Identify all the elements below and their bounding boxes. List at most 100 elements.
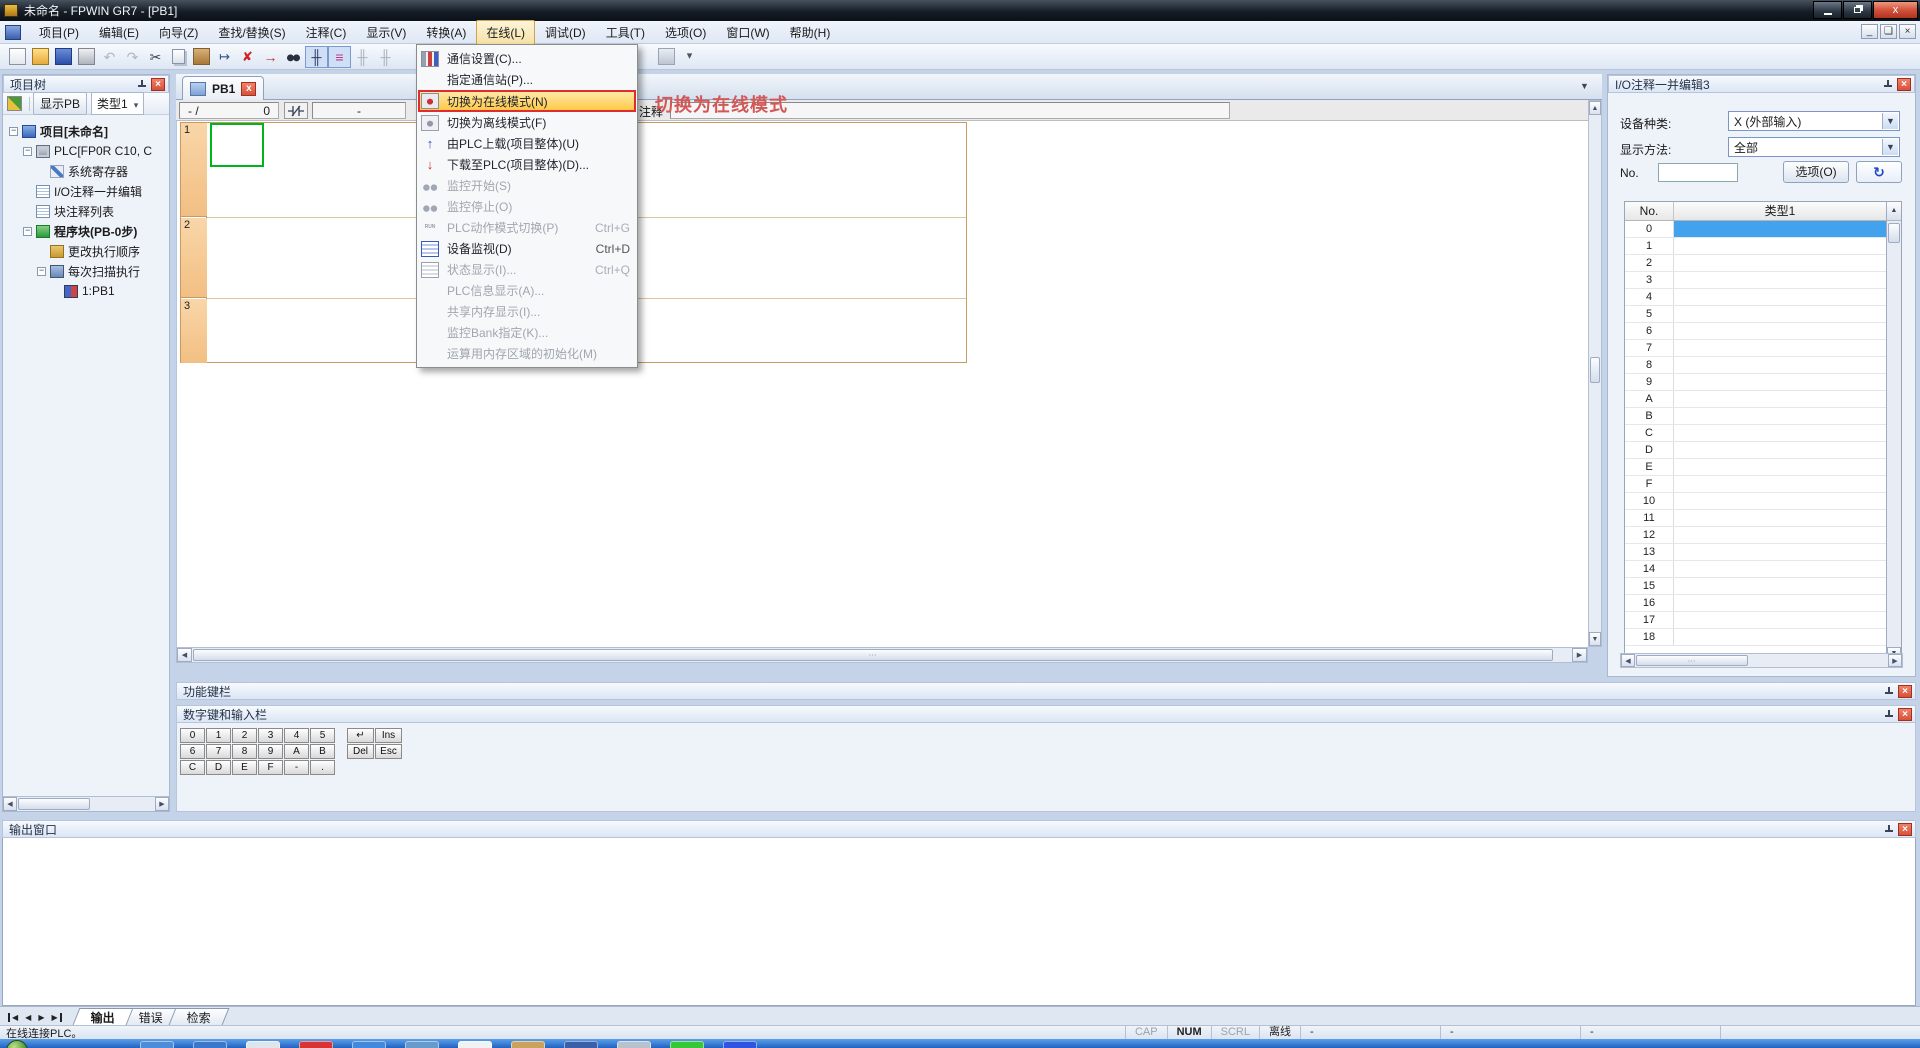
table-row[interactable]: 11 [1625, 510, 1886, 527]
scroll-left-icon[interactable]: ◀ [3, 797, 17, 811]
menu-bar-item[interactable]: 选项(O) [655, 20, 716, 45]
toolbar-button[interactable] [121, 46, 144, 68]
table-row[interactable]: 7 [1625, 340, 1886, 357]
keypad-key[interactable]: 8 [232, 744, 257, 759]
ladder-canvas[interactable]: 1 2 3 [176, 121, 1588, 647]
menu-item[interactable]: 监控开始(S) [418, 175, 636, 196]
table-row[interactable]: 0 [1625, 221, 1886, 238]
close-panel-button[interactable] [1898, 708, 1912, 721]
toolbar-button[interactable] [305, 46, 328, 68]
toolbar-button[interactable] [190, 46, 213, 68]
menu-bar-item[interactable]: 在线(L) [476, 20, 535, 45]
keypad-key[interactable]: 0 [180, 728, 205, 743]
keypad-key[interactable]: 1 [206, 728, 231, 743]
menu-item[interactable]: 监控停止(O) [418, 196, 636, 217]
show-pb-button[interactable]: 显示PB [33, 92, 87, 115]
tree-horizontal-scrollbar[interactable]: ◀ ▶ [3, 796, 169, 811]
table-row[interactable]: 15 [1625, 578, 1886, 595]
comment-cell[interactable] [1674, 442, 1886, 458]
toolbar-button[interactable] [6, 46, 29, 68]
editor-vertical-scrollbar[interactable]: ▲ ▼ [1588, 100, 1602, 647]
output-tab[interactable]: 检索 [168, 1008, 229, 1025]
edit-cursor[interactable] [210, 123, 264, 167]
toolbar-button[interactable] [98, 46, 121, 68]
toolbar-button[interactable] [167, 46, 190, 68]
comment-cell[interactable] [1674, 612, 1886, 628]
taskbar-item[interactable] [140, 1041, 174, 1048]
toolbar-button[interactable] [351, 46, 374, 68]
keypad-key[interactable]: 3 [258, 728, 283, 743]
toolbar-button[interactable] [29, 46, 52, 68]
table-row[interactable]: 17 [1625, 612, 1886, 629]
tree-node[interactable]: 更改执行顺序 [3, 241, 169, 261]
table-row[interactable]: 5 [1625, 306, 1886, 323]
scroll-down-icon[interactable]: ▼ [1589, 632, 1601, 646]
tree-expander-icon[interactable] [9, 127, 18, 136]
table-row[interactable]: 13 [1625, 544, 1886, 561]
taskbar-item[interactable] [299, 1041, 333, 1048]
comment-cell[interactable] [1674, 357, 1886, 373]
taskbar-item[interactable] [458, 1041, 492, 1048]
editor-horizontal-scrollbar[interactable]: ◀ ⋯ ▶ [176, 647, 1588, 663]
type-dropdown[interactable]: 类型1 [91, 92, 144, 115]
tree-node[interactable]: 1:PB1 [3, 281, 169, 301]
comment-cell[interactable] [1674, 255, 1886, 271]
taskbar-item[interactable] [352, 1041, 386, 1048]
menu-bar-item[interactable]: 显示(V) [356, 20, 416, 45]
menu-item[interactable]: 监控Bank指定(K)... [418, 322, 636, 343]
menu-item[interactable]: 下载至PLC(项目整体)(D)... [418, 154, 636, 175]
scroll-thumb[interactable]: ⋯ [193, 649, 1553, 661]
device-type-select[interactable]: X (外部输入) [1728, 111, 1900, 131]
table-row[interactable]: 10 [1625, 493, 1886, 510]
scroll-thumb[interactable] [1888, 223, 1900, 243]
keypad-key[interactable]: Del [347, 744, 374, 759]
menu-item[interactable]: 状态显示(I)... Ctrl+Q [418, 259, 636, 280]
scroll-thumb[interactable] [1590, 357, 1600, 383]
windows-taskbar[interactable] [0, 1039, 1920, 1048]
comment-cell[interactable] [1674, 374, 1886, 390]
mdi-minimize-button[interactable]: _ [1861, 24, 1878, 39]
table-row[interactable]: 18 [1625, 629, 1886, 646]
menu-item[interactable]: 设备监视(D) Ctrl+D [418, 238, 636, 259]
comment-cell[interactable] [1674, 459, 1886, 475]
menu-bar-item[interactable]: 工具(T) [596, 20, 655, 45]
keypad-key[interactable]: A [284, 744, 309, 759]
menu-item[interactable]: 运算用内存区域的初始化(M) [418, 343, 636, 364]
comment-cell[interactable] [1674, 561, 1886, 577]
tree-node[interactable]: 块注释列表 [3, 201, 169, 221]
table-row[interactable]: 4 [1625, 289, 1886, 306]
menu-item[interactable]: 切换为离线模式(F) [418, 112, 636, 133]
comment-cell[interactable] [1674, 544, 1886, 560]
menu-item[interactable]: 指定通信站(P)... [418, 69, 636, 90]
taskbar-item[interactable] [564, 1041, 598, 1048]
toolbar-button[interactable] [213, 46, 236, 68]
menu-item[interactable]: 切换为在线模式(N) [418, 90, 636, 112]
scroll-left-icon[interactable]: ◀ [177, 648, 192, 662]
table-row[interactable]: 1 [1625, 238, 1886, 255]
prev-tab-icon[interactable]: ◀ [25, 1013, 31, 1022]
restore-button[interactable] [1843, 1, 1872, 19]
tree-expander-icon[interactable] [23, 187, 32, 196]
scroll-right-icon[interactable]: ▶ [1888, 654, 1902, 667]
pin-icon[interactable] [1882, 708, 1896, 721]
menu-bar-item[interactable]: 向导(Z) [149, 20, 208, 45]
comment-cell[interactable] [1674, 272, 1886, 288]
comment-cell[interactable] [1674, 323, 1886, 339]
menu-item[interactable]: 由PLC上载(项目整体)(U) [418, 133, 636, 154]
menu-item[interactable]: PLC信息显示(A)... [418, 280, 636, 301]
keypad-key[interactable]: 7 [206, 744, 231, 759]
keypad-key[interactable]: C [180, 760, 205, 775]
menu-bar-item[interactable]: 帮助(H) [780, 20, 841, 45]
keypad-key[interactable]: E [232, 760, 257, 775]
first-tab-icon[interactable]: ◀ [8, 1013, 18, 1022]
comment-cell[interactable] [1674, 476, 1886, 492]
table-row[interactable]: B [1625, 408, 1886, 425]
table-row[interactable]: 3 [1625, 272, 1886, 289]
taskbar-item[interactable] [246, 1041, 280, 1048]
keypad-key[interactable]: D [206, 760, 231, 775]
sort-icon[interactable] [7, 96, 22, 111]
table-row[interactable]: 9 [1625, 374, 1886, 391]
taskbar-item[interactable] [405, 1041, 439, 1048]
scroll-thumb[interactable]: ⋯ [1636, 655, 1748, 666]
tree-expander-icon[interactable] [37, 167, 46, 176]
